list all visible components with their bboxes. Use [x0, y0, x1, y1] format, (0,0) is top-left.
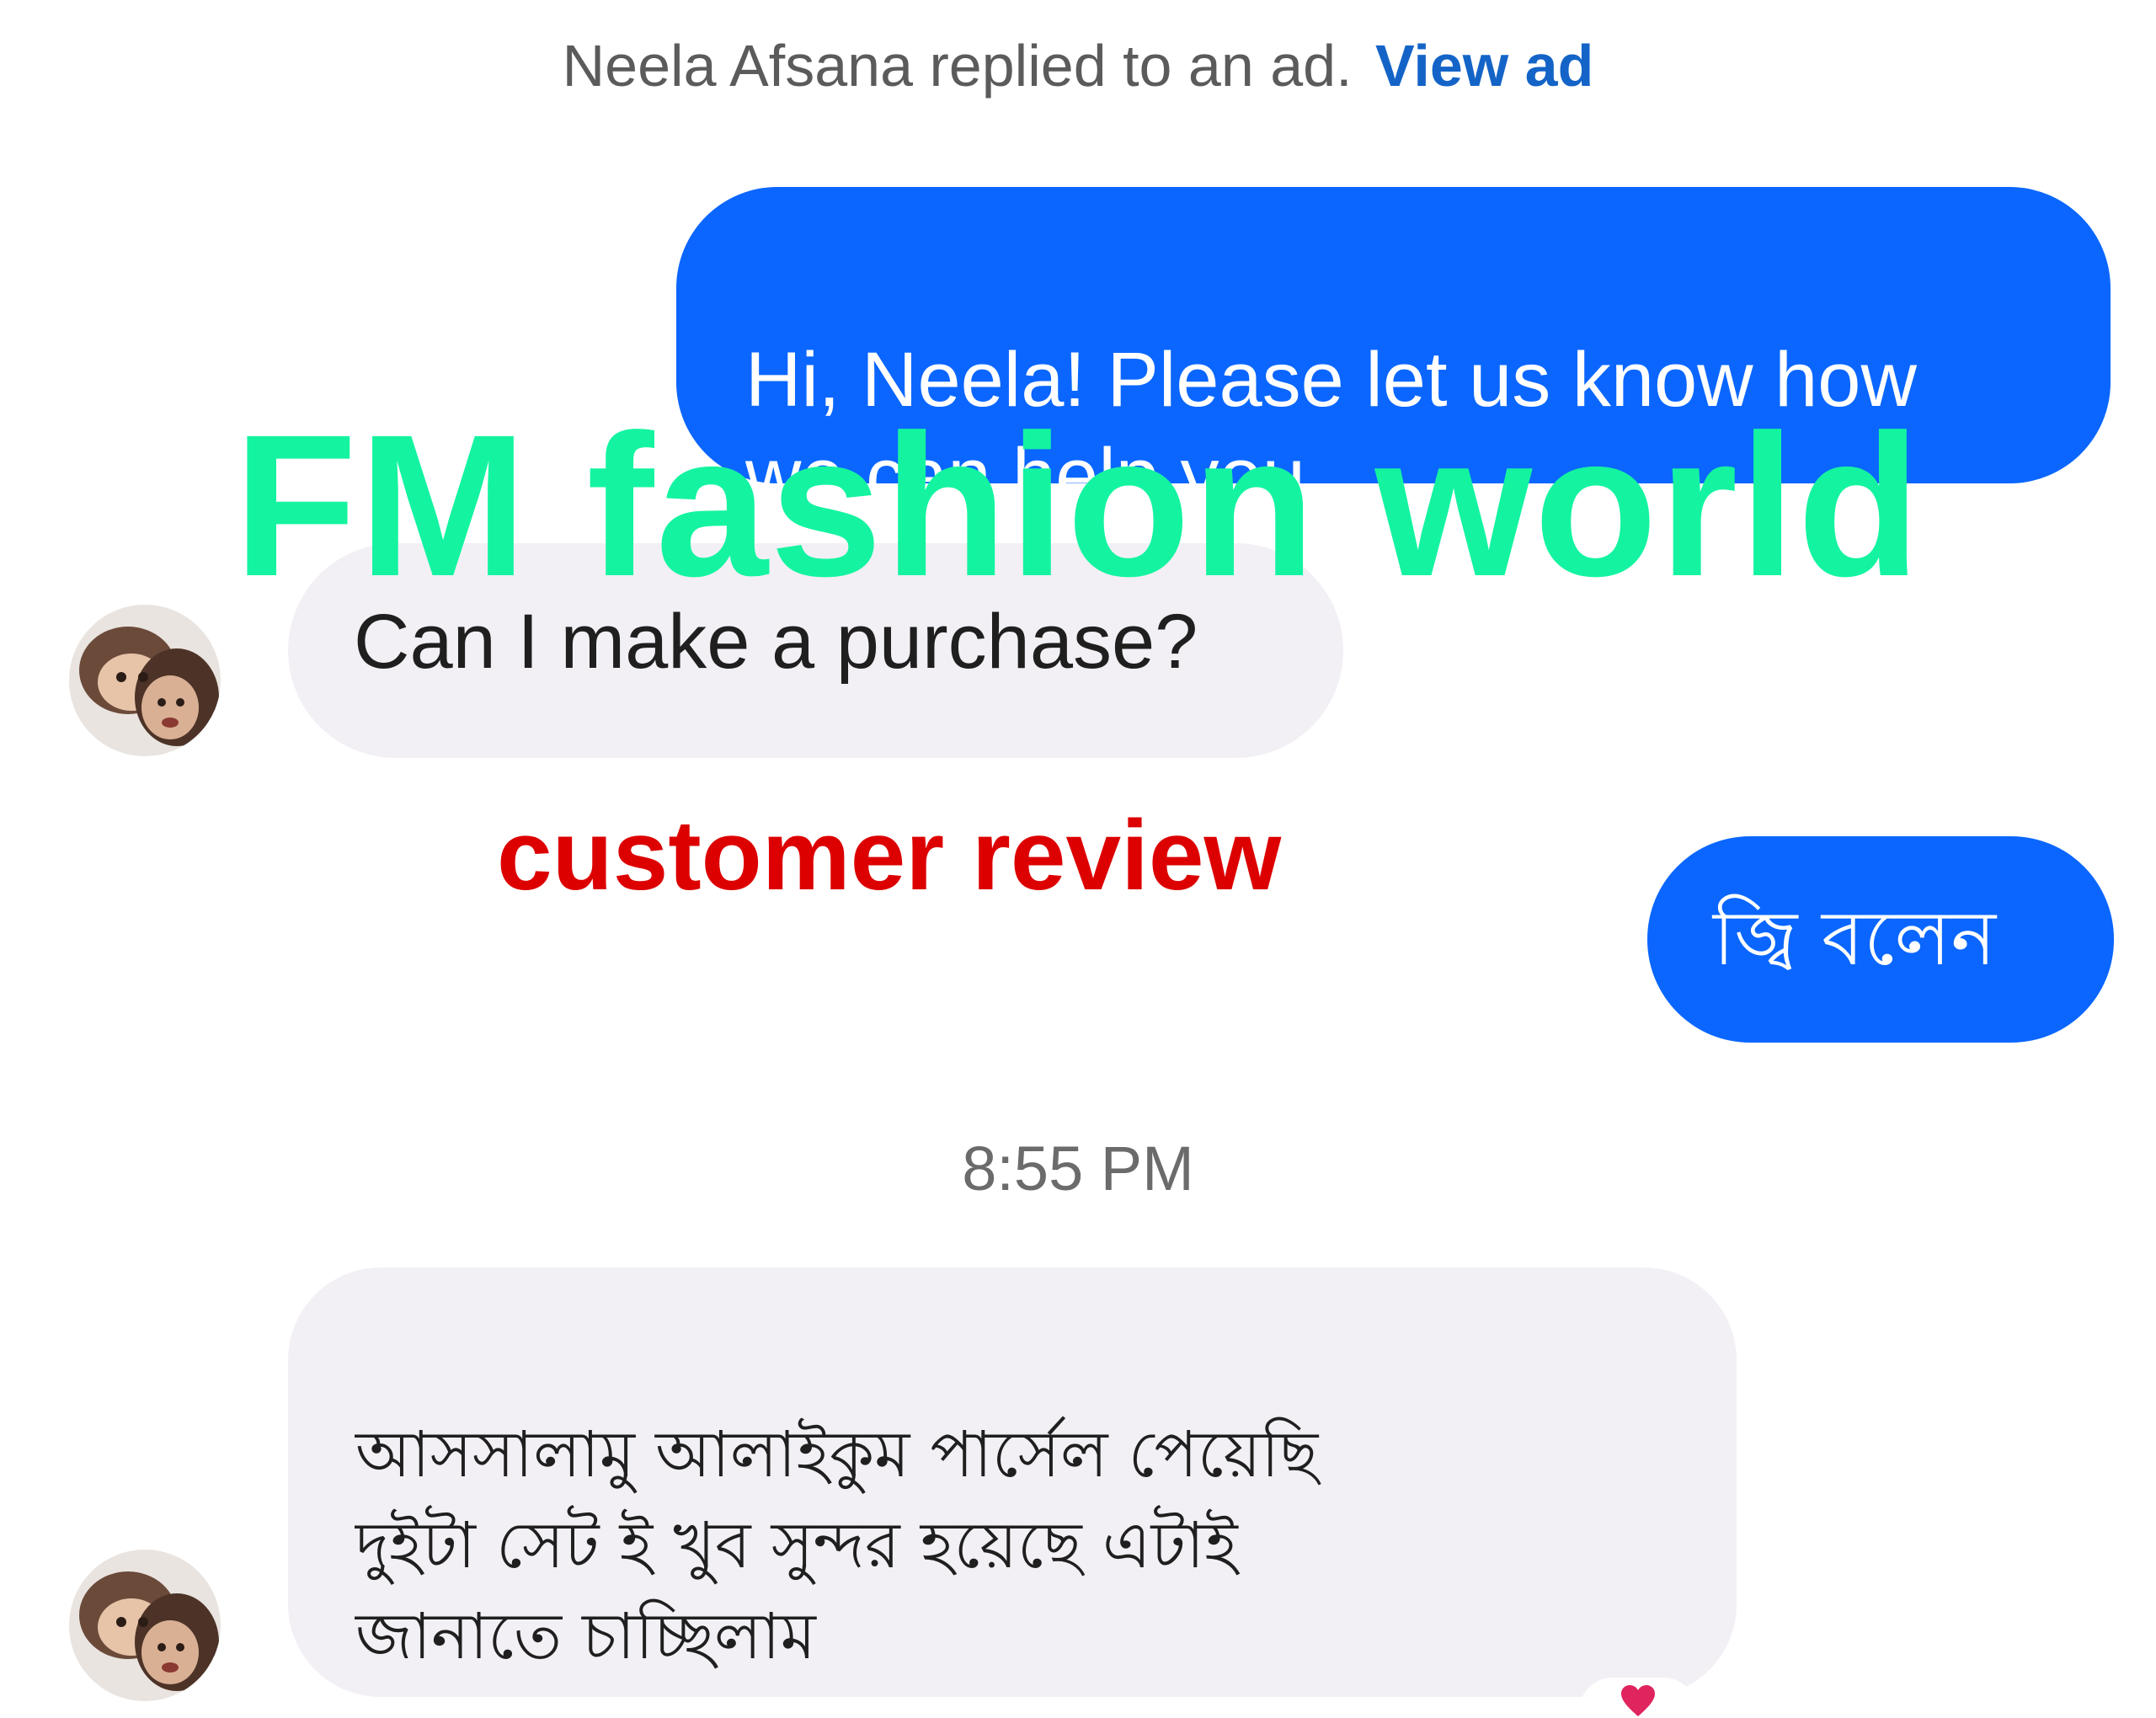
message-text: আসসালামু আলাইকুম পার্সেল পেয়েছি দুইটা স…: [355, 1416, 1319, 1673]
avatar[interactable]: [69, 605, 221, 756]
user-avatar-icon: [69, 605, 221, 756]
view-ad-link[interactable]: View ad: [1375, 33, 1593, 99]
message-bubble-incoming[interactable]: আসসালামু আলাইকুম পার্সেল পেয়েছি দুইটা স…: [288, 1267, 1737, 1697]
customer-review-caption: customer review: [497, 800, 1282, 911]
brand-watermark: FM fashion world: [233, 392, 1923, 618]
message-reaction[interactable]: [1579, 1678, 1697, 1716]
message-text: জ্বি বলেন: [1713, 894, 1997, 983]
heart-icon: [1621, 1685, 1655, 1716]
user-avatar-icon: [69, 1550, 221, 1701]
ad-reply-notice: Neela Afsana replied to an ad. View ad: [0, 32, 2156, 99]
message-timestamp: 8:55 PM: [962, 1134, 1194, 1203]
message-bubble-outgoing[interactable]: জ্বি বলেন: [1647, 836, 2114, 1043]
ad-reply-notice-text: Neela Afsana replied to an ad.: [562, 33, 1353, 99]
avatar[interactable]: [69, 1550, 221, 1701]
